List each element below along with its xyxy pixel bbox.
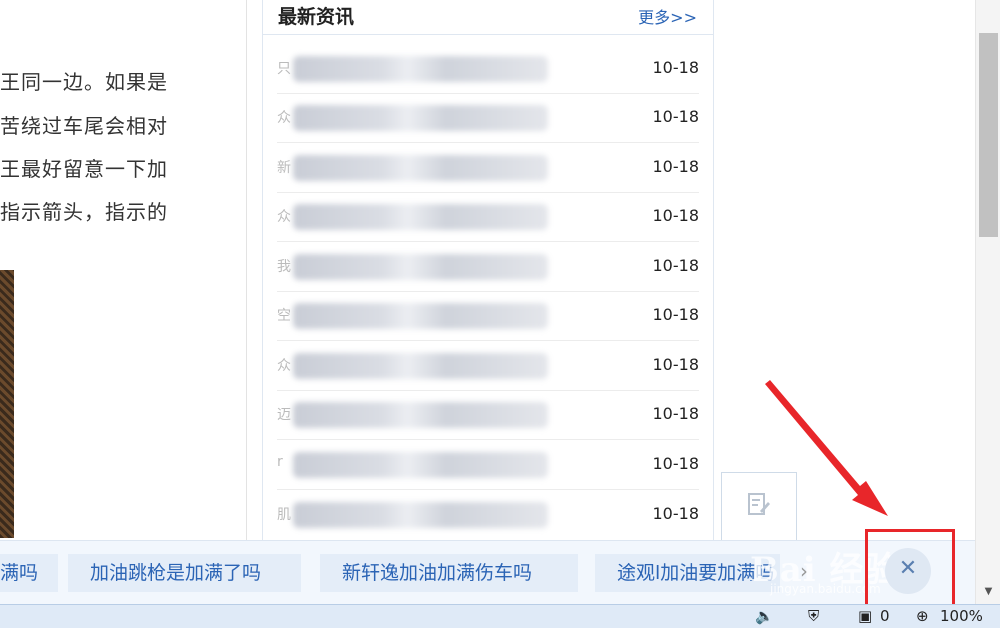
article-image: [0, 270, 14, 538]
news-item-date: 10-18: [652, 256, 700, 275]
news-item-lead: 众: [277, 358, 291, 374]
news-item-title-blurred[interactable]: [293, 402, 548, 428]
news-item-title-blurred[interactable]: [293, 254, 548, 280]
news-item[interactable]: 空 10-18: [277, 291, 699, 341]
related-chip[interactable]: 新轩逸加油加满伤车吗: [320, 554, 578, 592]
scrollbar-thumb[interactable]: [979, 33, 998, 237]
ad-block-icon[interactable]: ▣: [858, 607, 872, 625]
news-item-lead: 空: [277, 308, 291, 324]
news-item-lead: 新: [277, 160, 291, 176]
ad-block-count: 0: [880, 607, 890, 625]
news-item[interactable]: 迈 10-18: [277, 390, 699, 440]
news-item-lead: 众: [277, 110, 291, 126]
article-text-line: 指示箭头，指示的: [0, 200, 168, 224]
news-item[interactable]: 众 10-18: [277, 93, 699, 143]
news-item-lead: 只: [277, 61, 291, 77]
close-icon: ✕: [898, 556, 918, 581]
news-item-lead: 迈: [277, 407, 291, 423]
vertical-scrollbar[interactable]: ▼: [975, 0, 1000, 604]
news-item-date: 10-18: [652, 206, 700, 225]
zoom-level[interactable]: 100%: [940, 607, 983, 625]
article-content: 王同一边。如果是 苦绕过车尾会相对 王最好留意一下加 指示箭头，指示的: [0, 0, 246, 540]
article-text-line: 苦绕过车尾会相对: [0, 114, 168, 138]
news-item-date: 10-18: [652, 58, 700, 77]
latest-news-panel: 最新资讯 更多>> 只 10-18 众 10-18 新 10-18 众 10-18 我 1…: [262, 0, 714, 541]
news-item-title-blurred[interactable]: [293, 303, 548, 329]
news-item-title-blurred[interactable]: [293, 353, 548, 379]
news-item[interactable]: 肌 10-18: [277, 490, 699, 539]
news-item[interactable]: r 10-18: [277, 440, 699, 490]
news-item-title-blurred[interactable]: [293, 155, 548, 181]
news-item-date: 10-18: [652, 355, 700, 374]
browser-status-bar: 🔈 ⛨ ▣ 0 ⊕ 100%: [0, 604, 1000, 628]
article-text-line: 王同一边。如果是: [0, 70, 168, 94]
news-item-date: 10-18: [652, 454, 700, 473]
volume-icon[interactable]: 🔈: [755, 607, 774, 625]
watermark-url: jingyan.baidu.com: [770, 582, 881, 596]
annotation-arrow-icon: [765, 380, 888, 516]
zoom-icon[interactable]: ⊕: [916, 607, 929, 625]
news-more-link[interactable]: 更多>>: [638, 4, 697, 28]
news-item-date: 10-18: [652, 504, 700, 523]
news-item[interactable]: 众 10-18: [277, 192, 699, 242]
news-item-lead: 众: [277, 209, 291, 225]
related-chip[interactable]: 满吗: [0, 554, 58, 592]
related-chip[interactable]: 加油跳枪是加满了吗: [68, 554, 301, 592]
news-item[interactable]: 众 10-18: [277, 341, 699, 391]
news-item-lead: 我: [277, 259, 291, 275]
news-item[interactable]: 只 10-18: [277, 44, 699, 94]
column-divider: [246, 0, 247, 540]
news-item-date: 10-18: [652, 107, 700, 126]
news-item-lead: 肌: [277, 507, 291, 523]
news-title: 最新资讯: [278, 6, 355, 28]
article-text-line: 王最好留意一下加: [0, 157, 168, 181]
scroll-down-arrow-icon[interactable]: ▼: [976, 582, 1000, 602]
news-item-title-blurred[interactable]: [293, 204, 548, 230]
news-item[interactable]: 我 10-18: [277, 242, 699, 292]
news-header: 最新资讯 更多>>: [263, 0, 713, 35]
news-item-title-blurred[interactable]: [293, 56, 548, 82]
news-item[interactable]: 新 10-18: [277, 143, 699, 193]
news-item-date: 10-18: [652, 404, 700, 423]
news-item-title-blurred[interactable]: [293, 452, 548, 478]
security-icon[interactable]: ⛨: [808, 607, 819, 625]
close-related-bar-button[interactable]: ✕: [885, 548, 931, 594]
news-item-lead: r: [277, 454, 283, 470]
news-item-title-blurred[interactable]: [293, 502, 548, 528]
news-item-date: 10-18: [652, 157, 700, 176]
news-item-date: 10-18: [652, 305, 700, 324]
news-item-title-blurred[interactable]: [293, 105, 548, 131]
